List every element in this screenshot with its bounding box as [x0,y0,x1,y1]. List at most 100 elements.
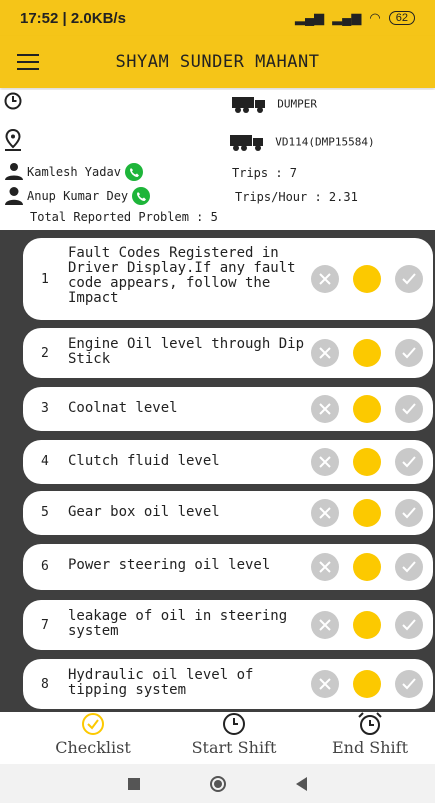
approve-button[interactable] [395,395,423,423]
reject-button[interactable] [311,395,339,423]
checklist-item: 6 Power steering oil level [23,544,433,590]
home-dot [214,779,222,788]
checklist-item: 4 Clutch fluid level [23,440,433,484]
close-icon [319,507,331,519]
item-text: leakage of oil in steering system [68,608,288,639]
check-icon [402,456,416,468]
battery-icon: 62 [388,11,415,25]
item-number: 1 [41,272,49,287]
approve-button[interactable] [395,265,423,293]
checklist-item: 8 Hydraulic oil level of tipping system [23,659,433,709]
back-button[interactable] [296,776,307,791]
checklist-item: 1 Fault Codes Registered in Driver Displ… [23,238,433,320]
clock-icon [223,713,245,735]
signal-icon-2: ▂▄▆ [332,10,362,25]
approve-button[interactable] [395,670,423,698]
tab-checklist-label: Checklist [55,738,131,757]
truck-icon-2 [230,135,263,151]
neutral-button[interactable] [353,553,381,581]
operator-2-name: Anup Kumar Dey [27,189,129,203]
approve-button[interactable] [395,611,423,639]
item-text: Coolnat level [68,400,178,416]
close-icon [319,403,331,415]
item-text: Hydraulic oil level of tipping system [68,667,254,698]
item-number: 6 [41,559,49,574]
operators-icon [5,163,23,180]
status-icons: ▂▄▆ ▂▄▆ ◠ 62 [295,10,415,26]
app-bar: SHYAM SUNDER MAHANT [0,36,435,88]
wifi-icon: ◠ [369,10,381,25]
approve-button[interactable] [395,339,423,367]
location-pin-icon [5,129,21,151]
close-icon [319,273,331,285]
reject-button[interactable] [311,553,339,581]
close-icon [319,561,331,573]
call-operator-1-button[interactable] [124,163,143,181]
item-text: Fault Codes Registered in Driver Display… [68,245,296,306]
truck-icon [232,97,265,113]
system-nav-bar [0,764,435,803]
reject-button[interactable] [311,339,339,367]
vehicle-type: DUMPER [277,97,317,111]
check-icon [402,678,416,690]
check-icon [402,561,416,573]
close-icon [319,678,331,690]
reject-button[interactable] [311,499,339,527]
bottom-nav: Checklist Start Shift End Shift [0,712,435,764]
tab-checklist[interactable]: Checklist [38,712,148,757]
recent-apps-button[interactable] [128,777,140,790]
check-circle-icon [82,713,104,735]
close-icon [319,456,331,468]
operator-1-name: Kamlesh Yadav [27,165,121,179]
call-operator-2-button[interactable] [132,187,151,205]
reject-button[interactable] [311,448,339,476]
home-button[interactable] [210,775,226,792]
checklist-item: 3 Coolnat level [23,387,433,431]
item-number: 7 [41,618,49,633]
tab-end-shift-label: End Shift [331,738,409,757]
item-number: 2 [41,346,49,361]
person-icon [5,187,23,205]
approve-button[interactable] [395,448,423,476]
item-text: Power steering oil level [68,557,271,573]
neutral-button[interactable] [353,499,381,527]
alarm-clock-icon [358,712,382,735]
neutral-button[interactable] [353,339,381,367]
reject-button[interactable] [311,265,339,293]
tab-end-shift[interactable]: End Shift [318,712,422,757]
neutral-button[interactable] [353,395,381,423]
reject-button[interactable] [311,611,339,639]
total-reported-problem: Total Reported Problem : 5 [30,210,218,224]
checklist-item: 2 Engine Oil level through Dip Stick [23,328,433,378]
clock-icon [4,92,22,110]
page-title: SHYAM SUNDER MAHANT [115,52,320,72]
vehicle-id: VD114(DMP15584) [275,135,375,149]
checklist-item: 7 leakage of oil in steering system [23,600,433,650]
item-number: 4 [41,454,49,469]
item-number: 8 [41,677,49,692]
approve-button[interactable] [395,499,423,527]
phone-icon [137,192,147,201]
check-icon [402,403,416,415]
status-time: 17:52 | 2.0KB/s [20,9,126,27]
neutral-button[interactable] [353,448,381,476]
neutral-button[interactable] [353,611,381,639]
reject-button[interactable] [311,670,339,698]
status-bar: 17:52 | 2.0KB/s ▂▄▆ ▂▄▆ ◠ 62 [0,0,435,36]
check-icon [402,347,416,359]
check-icon [402,619,416,631]
check-icon [402,507,416,519]
checklist-item: 5 Gear box oil level [23,491,433,535]
checklist: 1 Fault Codes Registered in Driver Displ… [0,230,435,712]
neutral-button[interactable] [353,265,381,293]
phone-icon [129,168,139,177]
neutral-button[interactable] [353,670,381,698]
vehicle-info: DUMPER VD114(DMP15584) Kamlesh Yadav Tri… [0,90,435,230]
item-text: Clutch fluid level [68,453,220,469]
item-number: 3 [41,401,49,416]
tab-start-shift[interactable]: Start Shift [174,712,294,757]
approve-button[interactable] [395,553,423,581]
item-text: Engine Oil level through Dip Stick [68,336,305,367]
trips-count: Trips : 7 [232,166,298,180]
trips-per-hour: Trips/Hour : 2.31 [235,190,358,204]
